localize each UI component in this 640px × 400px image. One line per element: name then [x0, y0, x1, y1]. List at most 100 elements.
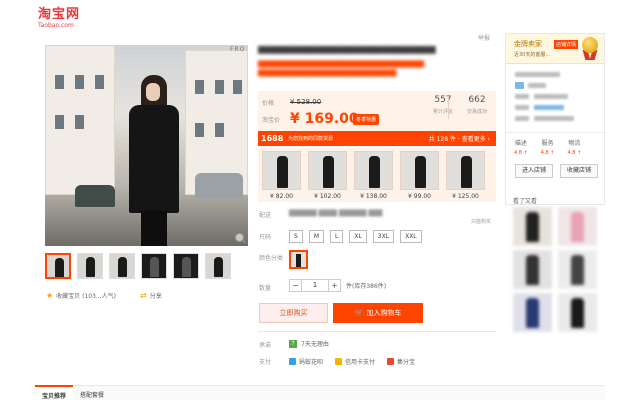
logo-text-cn: 淘宝网 — [38, 7, 81, 22]
seller-card: 金牌卖家 店铺详情 近30天的客服... 描述 4.8 ↑ 服务 4.8 ↑ 物流 4… — [505, 33, 605, 205]
sales-count: 662 交易成功 — [466, 95, 487, 115]
size-option[interactable]: M — [308, 230, 324, 243]
similar-item[interactable]: ¥ 82.00 — [262, 151, 301, 200]
favorite-label: 收藏宝贝 (103...人气) — [56, 293, 116, 300]
recommended-item[interactable] — [513, 207, 552, 246]
thumbnail[interactable] — [205, 253, 231, 279]
color-option-selected[interactable] — [289, 250, 308, 269]
promo-price-label: 淘宝价 — [262, 117, 281, 124]
jifenbao-icon — [387, 358, 395, 365]
thumbnail[interactable] — [173, 253, 199, 279]
size-option[interactable]: XL — [349, 230, 367, 243]
medal-icon — [580, 37, 600, 61]
rating-description: 描述 4.8 ↑ — [514, 140, 528, 156]
shipping-info-blurred: ██████ ████ ██████ ███ — [289, 210, 383, 217]
gold-seller-title: 金牌卖家 — [514, 40, 542, 48]
review-count[interactable]: 557 累计评论 — [426, 95, 460, 115]
zoom-icon[interactable] — [235, 233, 244, 242]
favorite-item-button[interactable]: ★ 收藏宝贝 (103...人气) — [46, 291, 116, 300]
share-icon: ⇄ — [140, 291, 147, 300]
thumbnail[interactable] — [141, 253, 167, 279]
quantity-input[interactable]: 1 — [302, 279, 328, 292]
promo-more-link[interactable]: 共 128 件 · 查看更多 › — [429, 134, 496, 143]
season-tag: 冬季特惠 — [353, 114, 380, 125]
similar-item[interactable]: ¥ 125.00 — [446, 151, 485, 200]
recommended-item[interactable] — [558, 250, 597, 289]
size-option[interactable]: L — [330, 230, 344, 243]
product-title-blurred: █████████████████████████████████ — [258, 46, 436, 54]
recommended-item[interactable] — [558, 207, 597, 246]
rating-logistics: 物流 4.8 ↑ — [567, 140, 582, 156]
credit-card-icon — [335, 358, 343, 365]
recommended-item[interactable] — [558, 293, 597, 332]
main-product-image[interactable] — [45, 45, 248, 246]
divider — [258, 331, 496, 332]
quantity-plus-button[interactable]: + — [328, 279, 341, 292]
report-link[interactable]: 举报 — [478, 33, 490, 42]
recommendation-grid — [513, 207, 597, 332]
color-label: 颜色分类 — [259, 255, 284, 262]
gold-seller-tag[interactable]: 店铺详情 — [554, 40, 579, 49]
seven-day-icon: 7 — [289, 339, 297, 348]
star-icon: ★ — [46, 291, 54, 300]
payment-methods: 蚂蚁花呗 信用卡支付 集分宝 — [289, 357, 415, 366]
similar-item[interactable]: ¥ 99.00 — [400, 151, 439, 200]
thumbnail[interactable] — [77, 253, 103, 279]
share-label: 分享 — [149, 293, 162, 300]
favorite-store-button[interactable]: 收藏店铺 — [560, 164, 598, 178]
only-buy-tag: 只能购买 — [471, 219, 492, 225]
promo-number: 1688 — [261, 134, 284, 143]
size-option[interactable]: XXL — [400, 230, 422, 243]
add-to-cart-label: 加入购物车 — [366, 309, 402, 317]
payment-method[interactable]: 信用卡支付 — [335, 357, 375, 366]
size-options: S M L XL 3XL XXL — [289, 230, 422, 243]
detail-tabs: 宝贝推荐 搭配套餐 — [35, 385, 605, 400]
share-button[interactable]: ⇄ 分享 — [140, 291, 162, 300]
similar-item[interactable]: ¥ 138.00 — [354, 151, 393, 200]
cart-icon: 🛒 — [354, 309, 364, 317]
gold-seller-sub: 近30天的客服... — [514, 52, 551, 58]
thumbnail-strip — [45, 253, 231, 279]
size-option[interactable]: S — [289, 230, 303, 243]
tab-combo-packages[interactable]: 搭配套餐 — [73, 386, 111, 400]
promo-text: 为您找到的同款货源 — [288, 136, 334, 142]
rating-service: 服务 4.8 ↑ — [540, 140, 555, 156]
quantity-stepper: − 1 + 件(库存386件) — [289, 279, 386, 292]
shop-ratings: 描述 4.8 ↑ 服务 4.8 ↑ 物流 4.8 ↑ — [514, 138, 581, 156]
recommended-item[interactable] — [513, 293, 552, 332]
similar-items-strip: ¥ 82.00 ¥ 102.00 ¥ 138.00 ¥ 99.00 ¥ 125.… — [258, 148, 496, 202]
payment-method[interactable]: 集分宝 — [387, 357, 415, 366]
enter-store-button[interactable]: 进入店铺 — [515, 164, 553, 178]
stock-text: 件(库存386件) — [346, 283, 387, 290]
credit-icon — [515, 82, 524, 89]
thumbnail[interactable] — [45, 253, 71, 279]
tab-recommendations[interactable]: 宝贝推荐 — [35, 385, 74, 400]
promise-item[interactable]: 7 7天无理由 — [289, 339, 329, 348]
payment-label: 支付 — [259, 359, 272, 366]
size-option[interactable]: 3XL — [372, 230, 395, 243]
quantity-label: 数量 — [259, 285, 272, 292]
thumbnail[interactable] — [109, 253, 135, 279]
price-box: 价格 ¥ 528.00 淘宝价 ¥ 169.00 冬季特惠 557 累计评论 6… — [258, 91, 496, 131]
logo-text-en: Taobao.com — [38, 22, 74, 29]
recommended-item[interactable] — [513, 250, 552, 289]
similar-item[interactable]: ¥ 102.00 — [308, 151, 347, 200]
payment-method[interactable]: 蚂蚁花呗 — [289, 357, 323, 366]
taobao-logo[interactable]: 淘宝网 Taobao.com — [38, 7, 81, 30]
quantity-minus-button[interactable]: − — [289, 279, 302, 292]
original-price: ¥ 528.00 — [290, 98, 322, 106]
product-subtitle-blurred: ████████████████████████████████████ ███… — [258, 61, 425, 77]
price-label: 价格 — [262, 100, 275, 107]
see-also-heading: 看了又看 — [513, 198, 538, 205]
add-to-cart-button[interactable]: 🛒 加入购物车 — [333, 303, 423, 323]
promo-bar[interactable]: 1688 为您找到的同款货源 共 128 件 · 查看更多 › — [258, 131, 496, 146]
promise-label: 承诺 — [259, 342, 272, 349]
buy-now-button[interactable]: 立即购买 — [259, 303, 328, 323]
image-watermark: FRO — [230, 46, 246, 53]
promise-text: 7天无理由 — [301, 341, 329, 348]
gold-seller-header: 金牌卖家 店铺详情 近30天的客服... — [506, 34, 604, 64]
huabei-icon — [289, 358, 296, 365]
size-label: 尺码 — [259, 234, 272, 241]
current-price: ¥ 169.00 — [290, 111, 359, 127]
shop-name-blurred — [515, 72, 560, 77]
